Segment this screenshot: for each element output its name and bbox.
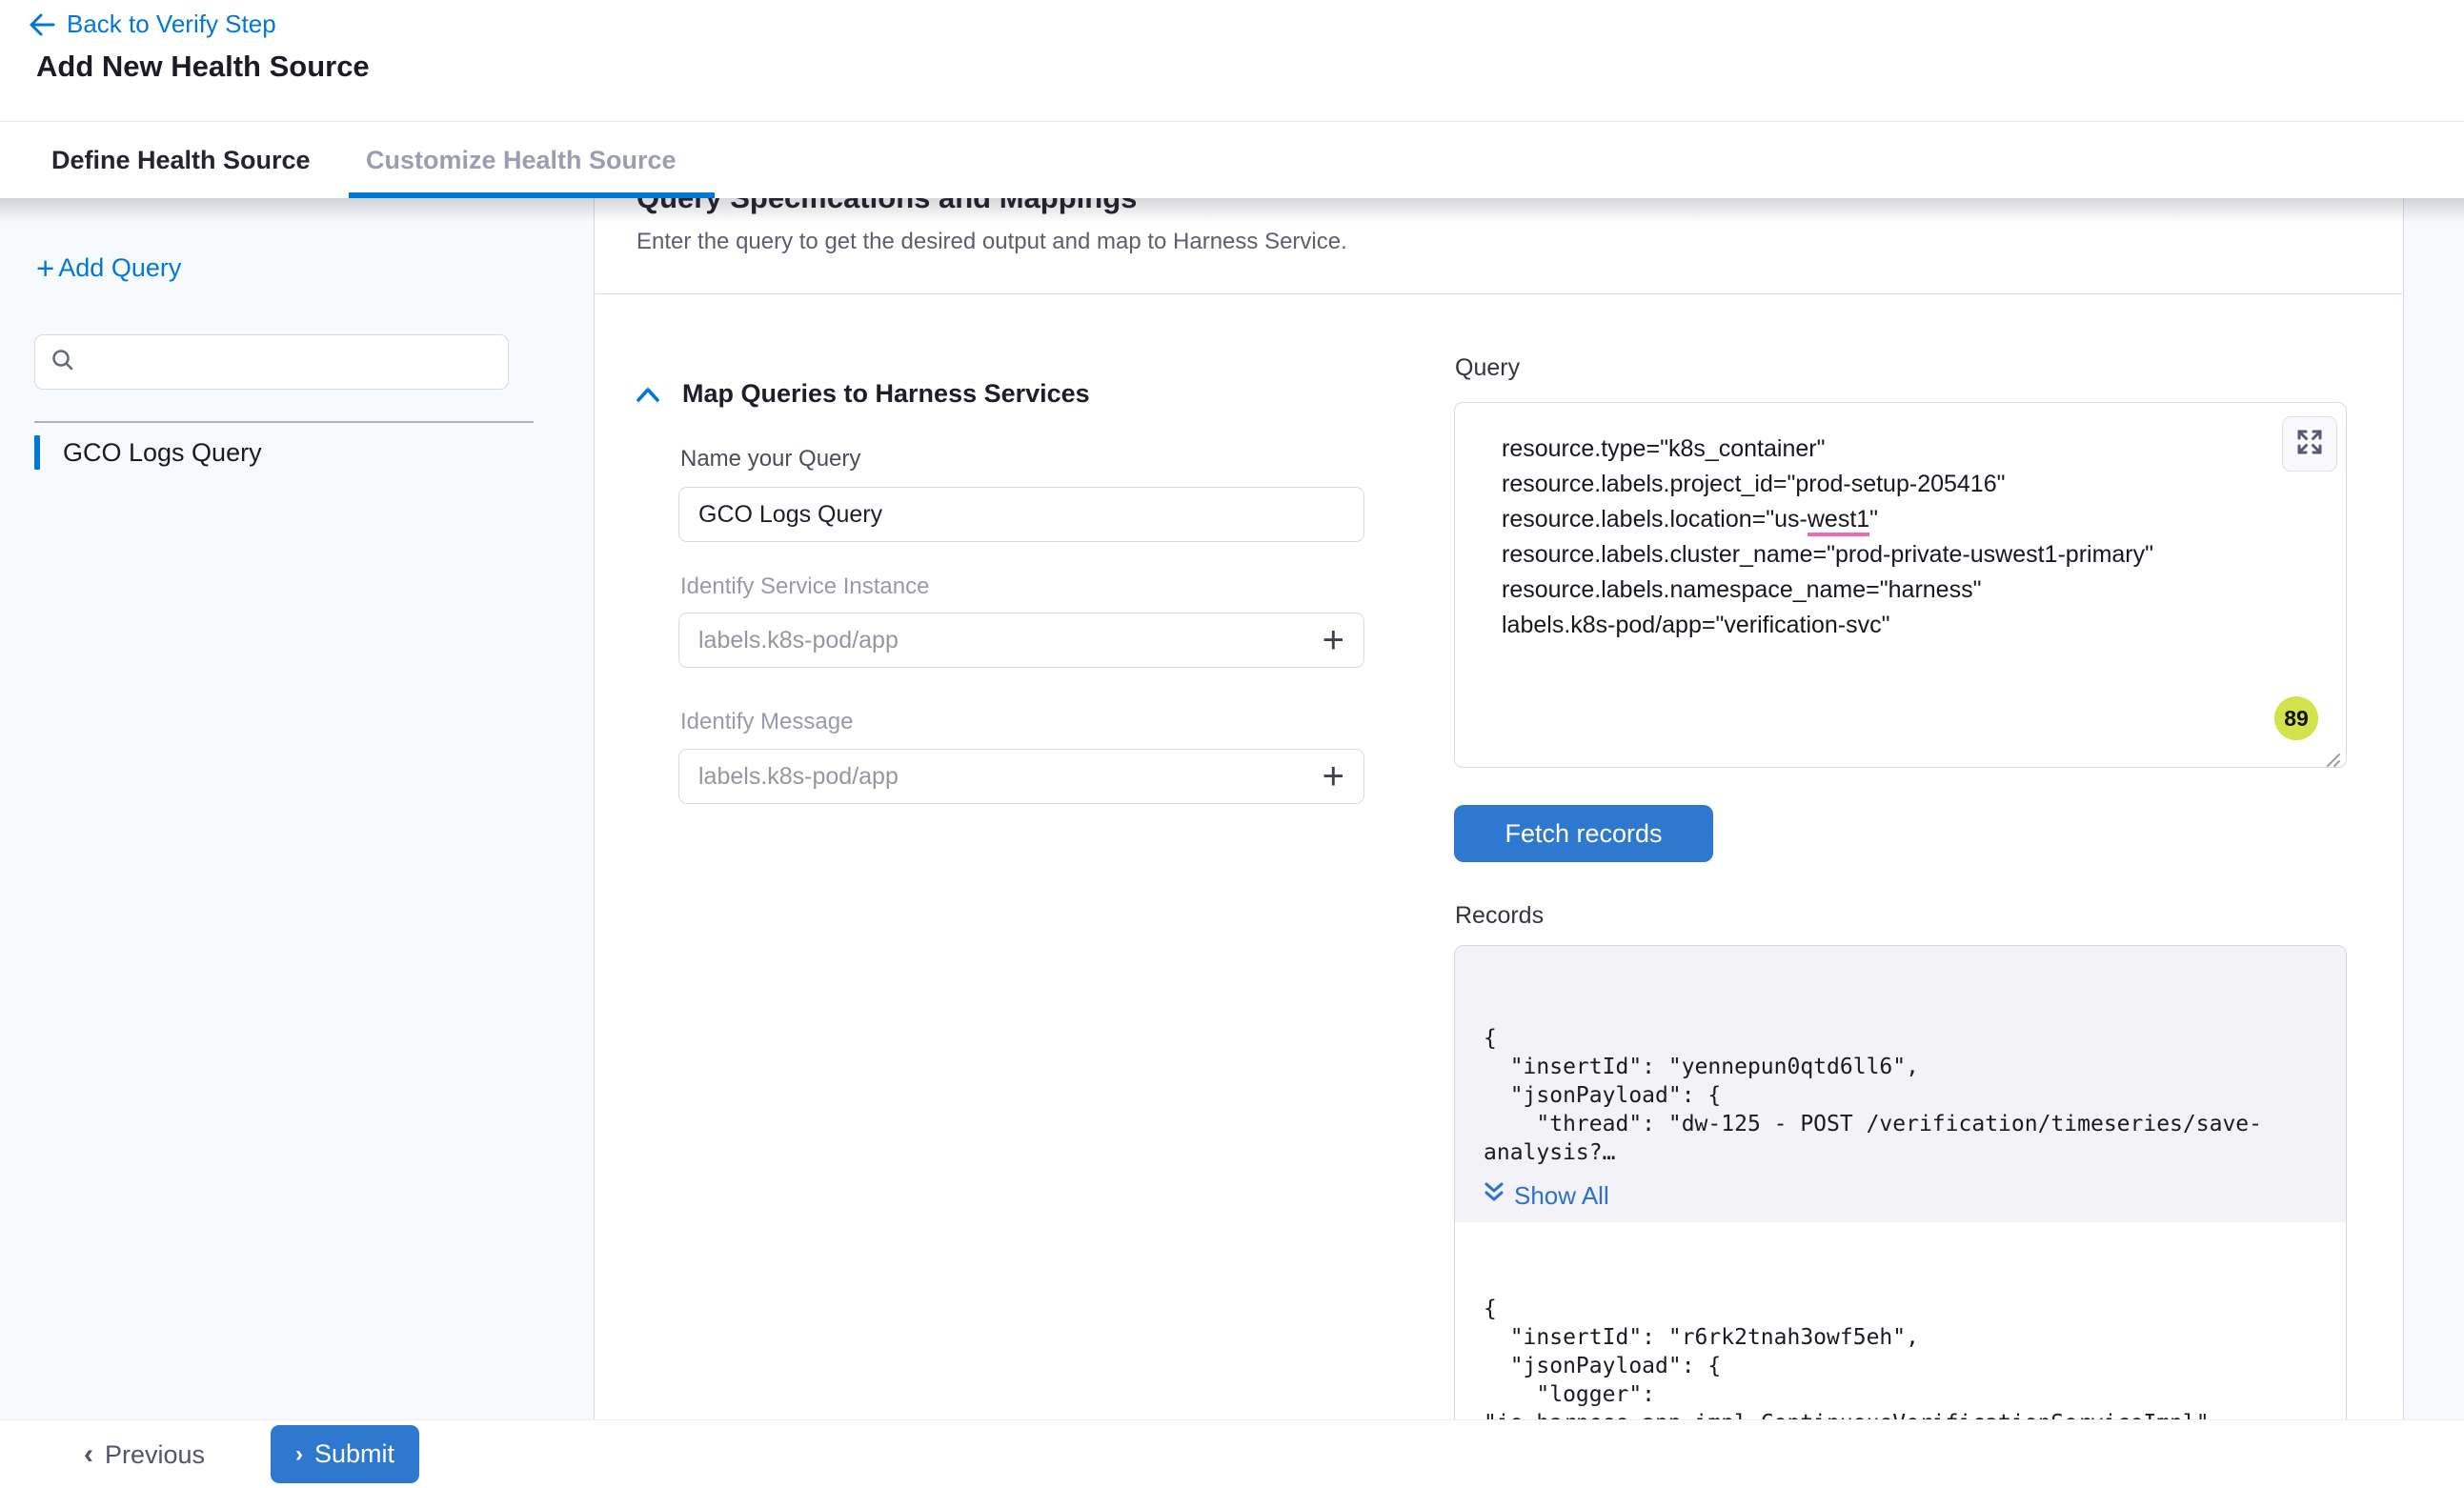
record-line: analysis?… bbox=[1484, 1138, 2317, 1167]
back-arrow-icon bbox=[29, 12, 55, 37]
identify-service-instance-label: Identify Service Instance bbox=[680, 573, 929, 600]
service-instance-field: + bbox=[678, 613, 1364, 668]
message-field: + bbox=[678, 749, 1364, 804]
show-all-link[interactable]: Show All bbox=[1484, 1180, 2317, 1211]
record-line: "logger": bbox=[1484, 1380, 2317, 1409]
selected-indicator bbox=[34, 435, 40, 470]
search-input[interactable] bbox=[87, 335, 508, 389]
add-query-button[interactable]: + Add Query bbox=[36, 253, 181, 283]
record-line: { bbox=[1484, 1024, 2317, 1053]
section-subtitle: Enter the query to get the desired outpu… bbox=[636, 229, 1347, 255]
query-name-input[interactable] bbox=[698, 501, 1344, 529]
tab-customize-health-source[interactable]: Customize Health Source bbox=[366, 122, 677, 198]
back-link-label: Back to Verify Step bbox=[67, 10, 276, 39]
previous-button[interactable]: ‹ Previous bbox=[84, 1420, 205, 1488]
plus-icon: + bbox=[36, 256, 54, 281]
page-header: Back to Verify Step Add New Health Sourc… bbox=[0, 0, 2464, 122]
footer-bar: ‹ Previous › Submit bbox=[0, 1419, 2464, 1488]
record-line: "jsonPayload": { bbox=[1484, 1081, 2317, 1110]
query-line: resource.type="k8s_container" bbox=[1502, 432, 2308, 467]
query-line: resource.labels.location="us-west1" bbox=[1502, 502, 2308, 537]
chevron-right-icon: › bbox=[295, 1441, 303, 1468]
add-message-plus-icon[interactable]: + bbox=[1323, 762, 1344, 791]
query-line: resource.labels.cluster_name="prod-priva… bbox=[1502, 537, 2308, 573]
add-service-instance-plus-icon[interactable]: + bbox=[1323, 626, 1344, 654]
submit-label: Submit bbox=[314, 1439, 394, 1469]
back-to-verify-step-link[interactable]: Back to Verify Step bbox=[29, 10, 276, 39]
map-queries-heading: Map Queries to Harness Services bbox=[682, 379, 1090, 409]
fetch-records-button[interactable]: Fetch records bbox=[1454, 805, 1713, 862]
record-line: "thread": "dw-125 - POST /verification/t… bbox=[1484, 1110, 2317, 1138]
name-your-query-label: Name your Query bbox=[680, 446, 860, 473]
identify-message-label: Identify Message bbox=[680, 709, 853, 735]
collapse-section-chevron-icon[interactable] bbox=[635, 385, 661, 411]
record-line: "insertId": "yennepun0qtd6ll6", bbox=[1484, 1053, 2317, 1081]
message-input[interactable] bbox=[698, 763, 1323, 791]
tab-bar: Define Health Source Customize Health So… bbox=[0, 122, 2464, 198]
query-line: labels.k8s-pod/app="verification-svc" bbox=[1502, 608, 2308, 643]
textarea-resize-handle[interactable] bbox=[2322, 749, 2341, 773]
query-name-field bbox=[678, 487, 1364, 542]
chevron-left-icon: ‹ bbox=[84, 1438, 93, 1471]
active-tab-underline bbox=[349, 192, 715, 198]
record-item: { "insertId": "yennepun0qtd6ll6", "jsonP… bbox=[1455, 946, 2346, 1222]
query-item-label: GCO Logs Query bbox=[63, 438, 262, 468]
query-line: resource.labels.project_id="prod-setup-2… bbox=[1502, 467, 2308, 502]
submit-button[interactable]: › Submit bbox=[271, 1425, 419, 1483]
card-top-border bbox=[596, 293, 2402, 294]
record-item: { "insertId": "r6rk2tnah3owf5eh", "jsonP… bbox=[1455, 1222, 2346, 1438]
record-line: "jsonPayload": { bbox=[1484, 1352, 2317, 1380]
query-line: resource.labels.namespace_name="harness" bbox=[1502, 573, 2308, 608]
sidebar-divider bbox=[34, 421, 534, 423]
right-gutter bbox=[2403, 198, 2464, 1419]
service-instance-input[interactable] bbox=[698, 627, 1323, 654]
query-search-box[interactable] bbox=[34, 334, 509, 390]
double-chevron-down-icon bbox=[1484, 1180, 1505, 1212]
records-panel[interactable]: { "insertId": "yennepun0qtd6ll6", "jsonP… bbox=[1454, 945, 2347, 1478]
spellcheck-underlined-word: west1 bbox=[1808, 506, 1869, 536]
page-title: Add New Health Source bbox=[36, 50, 370, 84]
tab-define-health-source[interactable]: Define Health Source bbox=[51, 122, 311, 198]
records-label: Records bbox=[1455, 902, 1544, 930]
previous-label: Previous bbox=[105, 1440, 205, 1470]
query-textarea[interactable]: resource.type="k8s_container" resource.l… bbox=[1454, 402, 2347, 768]
sidebar-item-gco-logs-query[interactable]: GCO Logs Query bbox=[34, 434, 262, 471]
fullscreen-expand-icon bbox=[2295, 428, 2324, 461]
record-line: "insertId": "r6rk2tnah3owf5eh", bbox=[1484, 1323, 2317, 1352]
add-query-label: Add Query bbox=[58, 253, 181, 283]
query-label: Query bbox=[1455, 354, 1520, 382]
record-line: { bbox=[1484, 1295, 2317, 1323]
grammarly-badge[interactable]: 89 bbox=[2274, 696, 2318, 740]
expand-query-button[interactable] bbox=[2282, 416, 2337, 472]
show-all-label: Show All bbox=[1514, 1181, 1609, 1211]
search-icon bbox=[50, 348, 75, 377]
